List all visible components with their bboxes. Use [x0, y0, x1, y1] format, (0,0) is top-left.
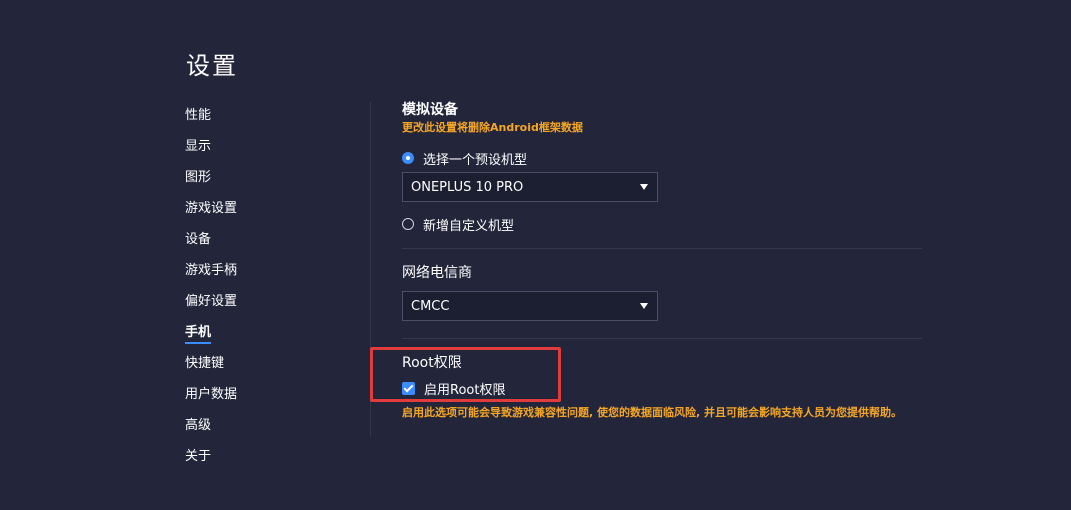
sidebar-item-about[interactable]: 关于 [185, 445, 305, 476]
sidebar-item-shortcuts[interactable]: 快捷键 [185, 352, 305, 383]
root-section-title: Root权限 [402, 355, 462, 371]
enable-root-checkbox-option[interactable]: 启用Root权限 [402, 377, 922, 399]
sidebar-item-label: 性能 [185, 108, 212, 123]
vertical-divider [370, 102, 371, 436]
enable-root-label: 启用Root权限 [424, 382, 506, 398]
sidebar-item-label: 快捷键 [185, 356, 225, 371]
custom-device-label: 新增自定义机型 [423, 218, 515, 234]
sidebar-item-device[interactable]: 设备 [185, 228, 305, 259]
radio-checked-icon[interactable] [402, 152, 414, 164]
sidebar-item-display[interactable]: 显示 [185, 135, 305, 166]
sidebar-item-phone[interactable]: 手机 [185, 321, 305, 352]
sidebar-item-label: 用户数据 [185, 387, 238, 402]
device-warning: 更改此设置将删除Android框架数据 [402, 121, 583, 134]
checkbox-checked-icon[interactable] [402, 381, 415, 395]
preset-device-select[interactable]: ONEPLUS 10 PRO [402, 172, 658, 202]
sidebar-item-label: 游戏手柄 [185, 263, 238, 278]
phone-settings-panel: 模拟设备 更改此设置将删除Android框架数据 选择一个预设机型 ONEPLU… [402, 100, 922, 421]
sidebar: 性能 显示 图形 游戏设置 设备 游戏手柄 偏好设置 手机 快捷键 用户数据 高… [185, 104, 305, 476]
sidebar-item-user-data[interactable]: 用户数据 [185, 383, 305, 414]
chevron-down-icon [640, 303, 648, 309]
page-title: 设置 [186, 52, 238, 80]
preset-device-radio-option[interactable]: 选择一个预设机型 [402, 148, 922, 168]
radio-unchecked-icon[interactable] [402, 218, 414, 230]
sidebar-item-preferences[interactable]: 偏好设置 [185, 290, 305, 321]
carrier-value: CMCC [411, 298, 450, 314]
sidebar-item-label: 设备 [185, 232, 212, 247]
sidebar-item-label: 图形 [185, 170, 212, 185]
sidebar-item-label: 游戏设置 [185, 201, 238, 216]
chevron-down-icon [640, 184, 648, 190]
sidebar-item-advanced[interactable]: 高级 [185, 414, 305, 445]
sidebar-item-graphics[interactable]: 图形 [185, 166, 305, 197]
sidebar-item-label: 偏好设置 [185, 294, 238, 309]
carrier-section-title: 网络电信商 [402, 265, 472, 281]
sidebar-item-label: 手机 [185, 325, 212, 344]
sidebar-item-label: 显示 [185, 139, 212, 154]
sidebar-item-gamepad[interactable]: 游戏手柄 [185, 259, 305, 290]
sidebar-item-game-settings[interactable]: 游戏设置 [185, 197, 305, 228]
carrier-select[interactable]: CMCC [402, 291, 658, 321]
sidebar-item-label: 关于 [185, 449, 212, 464]
custom-device-radio-option[interactable]: 新增自定义机型 [402, 214, 922, 234]
sidebar-item-label: 高级 [185, 418, 212, 433]
device-section-title: 模拟设备 [402, 102, 458, 118]
sidebar-item-performance[interactable]: 性能 [185, 104, 305, 135]
preset-device-label: 选择一个预设机型 [423, 152, 528, 168]
root-warning: 启用此选项可能会导致游戏兼容性问题, 使您的数据面临风险, 并且可能会影响支持人… [402, 406, 903, 419]
settings-page: 设置 性能 显示 图形 游戏设置 设备 游戏手柄 偏好设置 手机 快捷键 用户数… [0, 0, 1071, 510]
preset-device-value: ONEPLUS 10 PRO [411, 179, 524, 195]
